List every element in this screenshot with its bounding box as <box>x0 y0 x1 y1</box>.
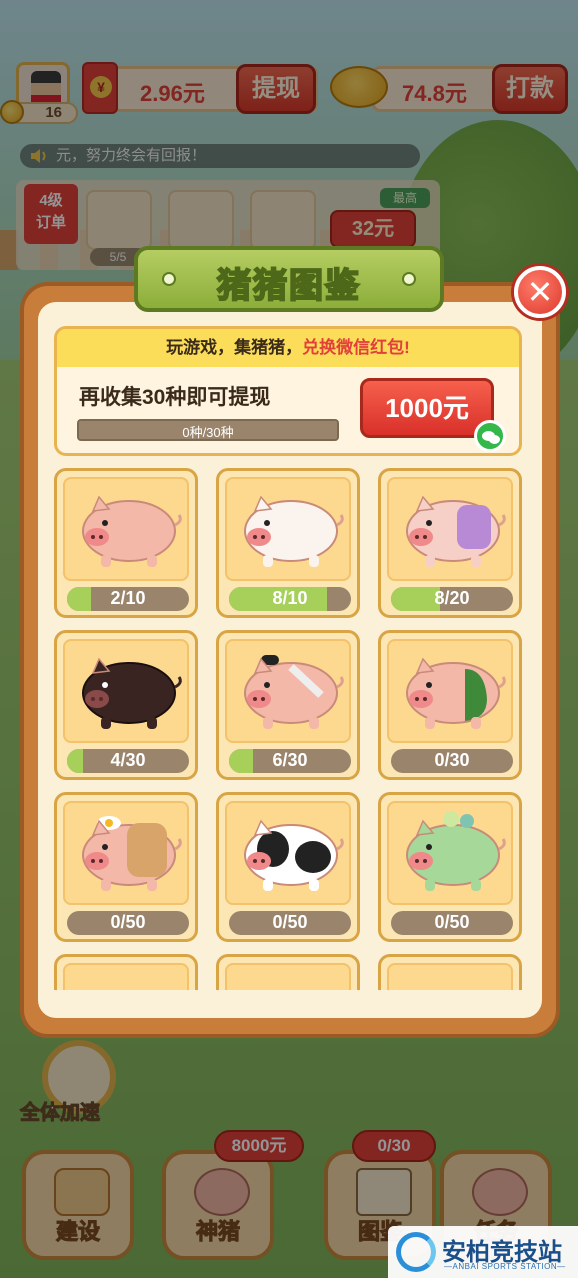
pig-frame <box>63 963 189 990</box>
pig-progress-bar: 0/50 <box>391 911 513 935</box>
wechat-icon <box>474 420 506 452</box>
pig-card[interactable]: 0/50 <box>216 792 360 942</box>
watermark: 安柏竞技站 —ANBAI SPORTS STATION— <box>388 1226 578 1278</box>
pig-progress-bar: 0/50 <box>229 911 351 935</box>
pig-card[interactable]: 4/30 <box>54 630 198 780</box>
watermark-subtitle: —ANBAI SPORTS STATION— <box>444 1262 566 1271</box>
close-icon: ✕ <box>526 273 554 311</box>
pig-grid: 2/10 8/10 8/20 4/30 6/30 0/30 0/50 0/50 … <box>34 460 544 990</box>
pig-progress-text: 0/50 <box>110 912 146 932</box>
pig-progress-text: 8/20 <box>434 588 470 608</box>
pig-progress-bar: 0/30 <box>391 749 513 773</box>
pig-card[interactable]: 0/50 <box>54 792 198 942</box>
pig-progress-bar: 8/20 <box>391 587 513 611</box>
pig-card[interactable] <box>54 954 198 990</box>
collect-banner: 玩游戏，集猪猪，兑换微信红包! <box>57 329 519 367</box>
close-button[interactable]: ✕ <box>514 266 566 318</box>
watermark-logo <box>396 1232 436 1272</box>
pig-progress-bar: 2/10 <box>67 587 189 611</box>
pig-progress-bar: 4/30 <box>67 749 189 773</box>
banner-highlight: 兑换微信红包! <box>302 338 410 357</box>
pig-frame <box>225 963 351 990</box>
pig-card[interactable]: 8/20 <box>378 468 522 618</box>
pig-card[interactable] <box>378 954 522 990</box>
pig-progress-bar: 6/30 <box>229 749 351 773</box>
pig-progress-text: 0/30 <box>434 750 470 770</box>
collect-text: 再收集30种即可提现 <box>79 386 271 409</box>
pig-frame <box>387 963 513 990</box>
reward-button[interactable]: 1000元 <box>360 378 494 438</box>
pig-progress-text: 8/10 <box>272 588 308 608</box>
pig-card[interactable]: 8/10 <box>216 468 360 618</box>
modal-title: 猪猪图鉴 <box>216 266 361 306</box>
pig-progress-bar: 8/10 <box>229 587 351 611</box>
collect-progress-bar: 0种/30种 <box>77 419 339 441</box>
modal-title-plate: 猪猪图鉴 <box>134 246 444 312</box>
pig-card[interactable]: 6/30 <box>216 630 360 780</box>
pig-card[interactable]: 0/30 <box>378 630 522 780</box>
pig-card[interactable]: 2/10 <box>54 468 198 618</box>
pig-progress-text: 0/50 <box>434 912 470 932</box>
pig-card[interactable]: 0/50 <box>378 792 522 942</box>
pig-progress-text: 0/50 <box>272 912 308 932</box>
pig-card[interactable] <box>216 954 360 990</box>
pig-progress-text: 6/30 <box>272 750 308 770</box>
pig-progress-bar: 0/50 <box>67 911 189 935</box>
collect-progress-text: 0种/30种 <box>182 425 234 440</box>
pig-progress-text: 4/30 <box>110 750 146 770</box>
banner-prefix: 玩游戏，集猪猪， <box>166 338 303 357</box>
pig-progress-text: 2/10 <box>110 588 146 608</box>
